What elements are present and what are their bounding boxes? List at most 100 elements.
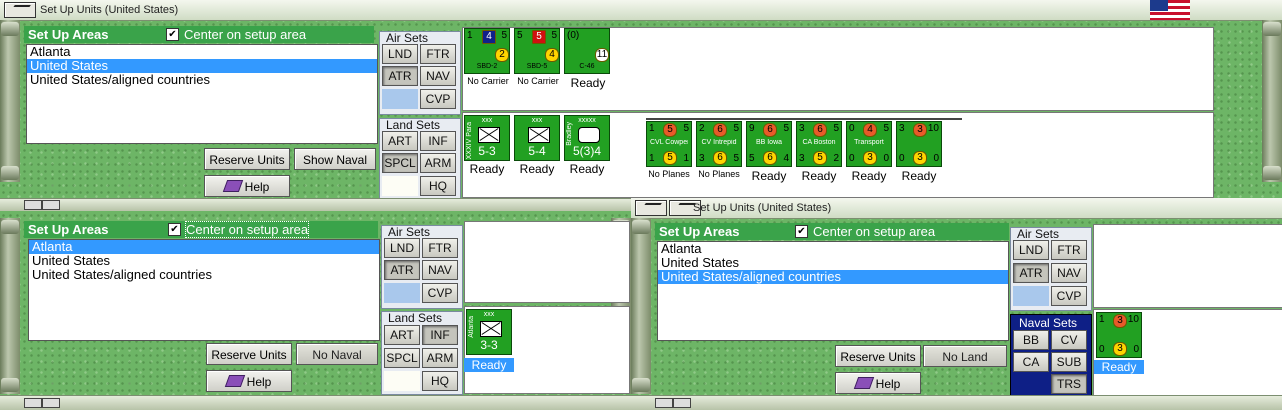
land-set-arm[interactable]: ARM (422, 348, 458, 368)
land-sets-caption: Land Sets (386, 118, 441, 132)
land-set-spcl[interactable]: SPCL (384, 348, 420, 368)
air-set-lnd[interactable]: LND (384, 238, 420, 258)
setup-areas-header: Set Up Areas ✔ Center on setup area (655, 223, 1009, 240)
air-units-area[interactable] (1093, 224, 1282, 308)
setup-area-list[interactable]: Atlanta United States United States/alig… (28, 239, 380, 341)
bottom-right-title-bar[interactable]: Set Up Units (United States) (631, 198, 1282, 219)
naval-unit-counter[interactable]: 2 6 5 CV Intrepid 3 6 5 (696, 121, 742, 167)
restore-icon[interactable] (673, 398, 691, 408)
unit-counter-sbd5[interactable]: 5 5 5 4 SBD-5 (514, 28, 560, 74)
center-checkbox[interactable]: ✔ (168, 223, 181, 236)
land-set-inf[interactable]: INF (420, 131, 456, 151)
restore-icon[interactable] (42, 398, 60, 408)
naval-set-bb[interactable]: BB (1013, 330, 1049, 350)
setup-area-list[interactable]: Atlanta United States United States/alig… (657, 241, 1009, 341)
naval-set-trs[interactable]: TRS (1051, 374, 1087, 394)
naval-unit-counter[interactable]: 155CVL Cowpens151 (646, 121, 692, 167)
list-item[interactable]: United States (27, 59, 377, 73)
naval-unit-counter[interactable]: 1 3 10 0 3 0 (1096, 312, 1142, 358)
air-set-nav[interactable]: NAV (422, 260, 458, 280)
naval-set-ca[interactable]: CA (1013, 352, 1049, 372)
air-set-lnd[interactable]: LND (382, 44, 418, 64)
air-set-ftr[interactable]: FTR (420, 44, 456, 64)
naval-unit-counter[interactable]: 3 3 10 0 3 0 (896, 121, 942, 167)
unit-bottom-left: 0 (899, 153, 905, 164)
center-checkbox[interactable]: ✔ (795, 225, 808, 238)
minimize-icon[interactable] (24, 200, 42, 210)
list-item[interactable]: Atlanta (29, 240, 379, 254)
land-set-spcl[interactable]: SPCL (382, 153, 418, 173)
unit-counter-c46[interactable]: (0) 11 C-46 (564, 28, 610, 74)
naval-set-sub[interactable]: SUB (1051, 352, 1087, 372)
air-set-cvp[interactable]: CVP (1051, 286, 1087, 306)
naval-unit-counter[interactable]: 3 6 5 CA Boston 3 5 2 (796, 121, 842, 167)
setup-area-list[interactable]: Atlanta United States United States/alig… (26, 44, 378, 144)
unit-bottom-mid: 5 (813, 151, 827, 165)
land-set-art[interactable]: ART (384, 325, 420, 345)
no-land-button[interactable]: No Land (923, 345, 1007, 367)
unit-counter-land-3[interactable]: Bradley xxxxx 5(3)4 (564, 115, 610, 161)
help-button[interactable]: Help (204, 175, 290, 197)
us-flag-icon (1150, 0, 1190, 20)
land-set-art[interactable]: ART (382, 131, 418, 151)
top-title-bar[interactable]: Set Up Units (United States) (0, 0, 1282, 21)
air-set-cvp[interactable]: CVP (420, 89, 456, 109)
air-set-ftr[interactable]: FTR (1051, 240, 1087, 260)
naval-unit-counter[interactable]: 0 4 5 Transport 0 3 0 (846, 121, 892, 167)
air-set-cvp[interactable]: CVP (422, 283, 458, 303)
minimize-icon[interactable] (24, 398, 42, 408)
unit-counter-atlanta[interactable]: Atlanta xxx 3-3 (466, 309, 512, 355)
unit-name (1100, 330, 1138, 342)
list-item[interactable]: United States/aligned countries (29, 268, 379, 282)
land-set-arm[interactable]: ARM (420, 153, 456, 173)
unit-strength: 5-4 (528, 144, 546, 158)
air-set-atr[interactable]: ATR (382, 66, 418, 86)
list-item[interactable]: United States (29, 254, 379, 268)
unit-status: No Planes (648, 169, 690, 179)
reserve-units-button[interactable]: Reserve Units (204, 148, 290, 170)
land-sets-box: Land Sets ART INF SPCL ARM HQ (381, 311, 463, 395)
land-set-empty (382, 176, 418, 196)
reserve-units-button[interactable]: Reserve Units (835, 345, 921, 367)
air-set-ftr[interactable]: FTR (422, 238, 458, 258)
naval-set-cv[interactable]: CV (1051, 330, 1087, 350)
list-item[interactable]: United States/aligned countries (27, 73, 377, 87)
unit-counter-land-1[interactable]: XXXIV Para xxx 5-3 (464, 115, 510, 161)
help-book-icon (224, 375, 245, 387)
help-button[interactable]: Help (835, 372, 921, 394)
unit-counter-sbd2[interactable]: 1 4 5 2 SBD-2 (464, 28, 510, 74)
unit-bottom-left: 3 (699, 153, 705, 164)
air-set-atr[interactable]: ATR (384, 260, 420, 280)
list-item[interactable]: Atlanta (658, 242, 1008, 256)
restore-icon[interactable] (42, 200, 60, 210)
list-item[interactable]: United States/aligned countries (658, 270, 1008, 284)
land-set-hq[interactable]: HQ (422, 371, 458, 391)
unit-strength: 5-3 (478, 144, 496, 158)
unit-name (900, 139, 938, 151)
air-set-atr[interactable]: ATR (1013, 263, 1049, 283)
no-naval-button[interactable]: No Naval (296, 343, 378, 365)
show-naval-button[interactable]: Show Naval (294, 148, 376, 170)
center-checkbox[interactable]: ✔ (166, 28, 179, 41)
unit-bottom-left: 1 (649, 153, 655, 164)
list-item[interactable]: Atlanta (27, 45, 377, 59)
window-menu-icon[interactable] (635, 200, 667, 216)
left-rail (0, 218, 20, 394)
list-item[interactable]: United States (658, 256, 1008, 270)
naval-unit-counter[interactable]: 9 6 5 BB Iowa 5 6 4 (746, 121, 792, 167)
minimize-icon[interactable] (655, 398, 673, 408)
unit-bottom-mid: 3 (863, 151, 877, 165)
unit-defense: 4 (863, 123, 877, 137)
unit-defense: 3 (1113, 314, 1127, 328)
window-menu-icon[interactable] (4, 2, 36, 18)
reserve-units-button[interactable]: Reserve Units (206, 343, 292, 365)
land-set-hq[interactable]: HQ (420, 176, 456, 196)
air-set-nav[interactable]: NAV (420, 66, 456, 86)
air-units-area[interactable] (464, 221, 630, 303)
land-set-inf[interactable]: INF (422, 325, 458, 345)
air-set-nav[interactable]: NAV (1051, 263, 1087, 283)
unit-badge: 5 (532, 30, 546, 44)
air-set-lnd[interactable]: LND (1013, 240, 1049, 260)
help-button[interactable]: Help (206, 370, 292, 392)
unit-counter-land-2[interactable]: xxx 5-4 (514, 115, 560, 161)
